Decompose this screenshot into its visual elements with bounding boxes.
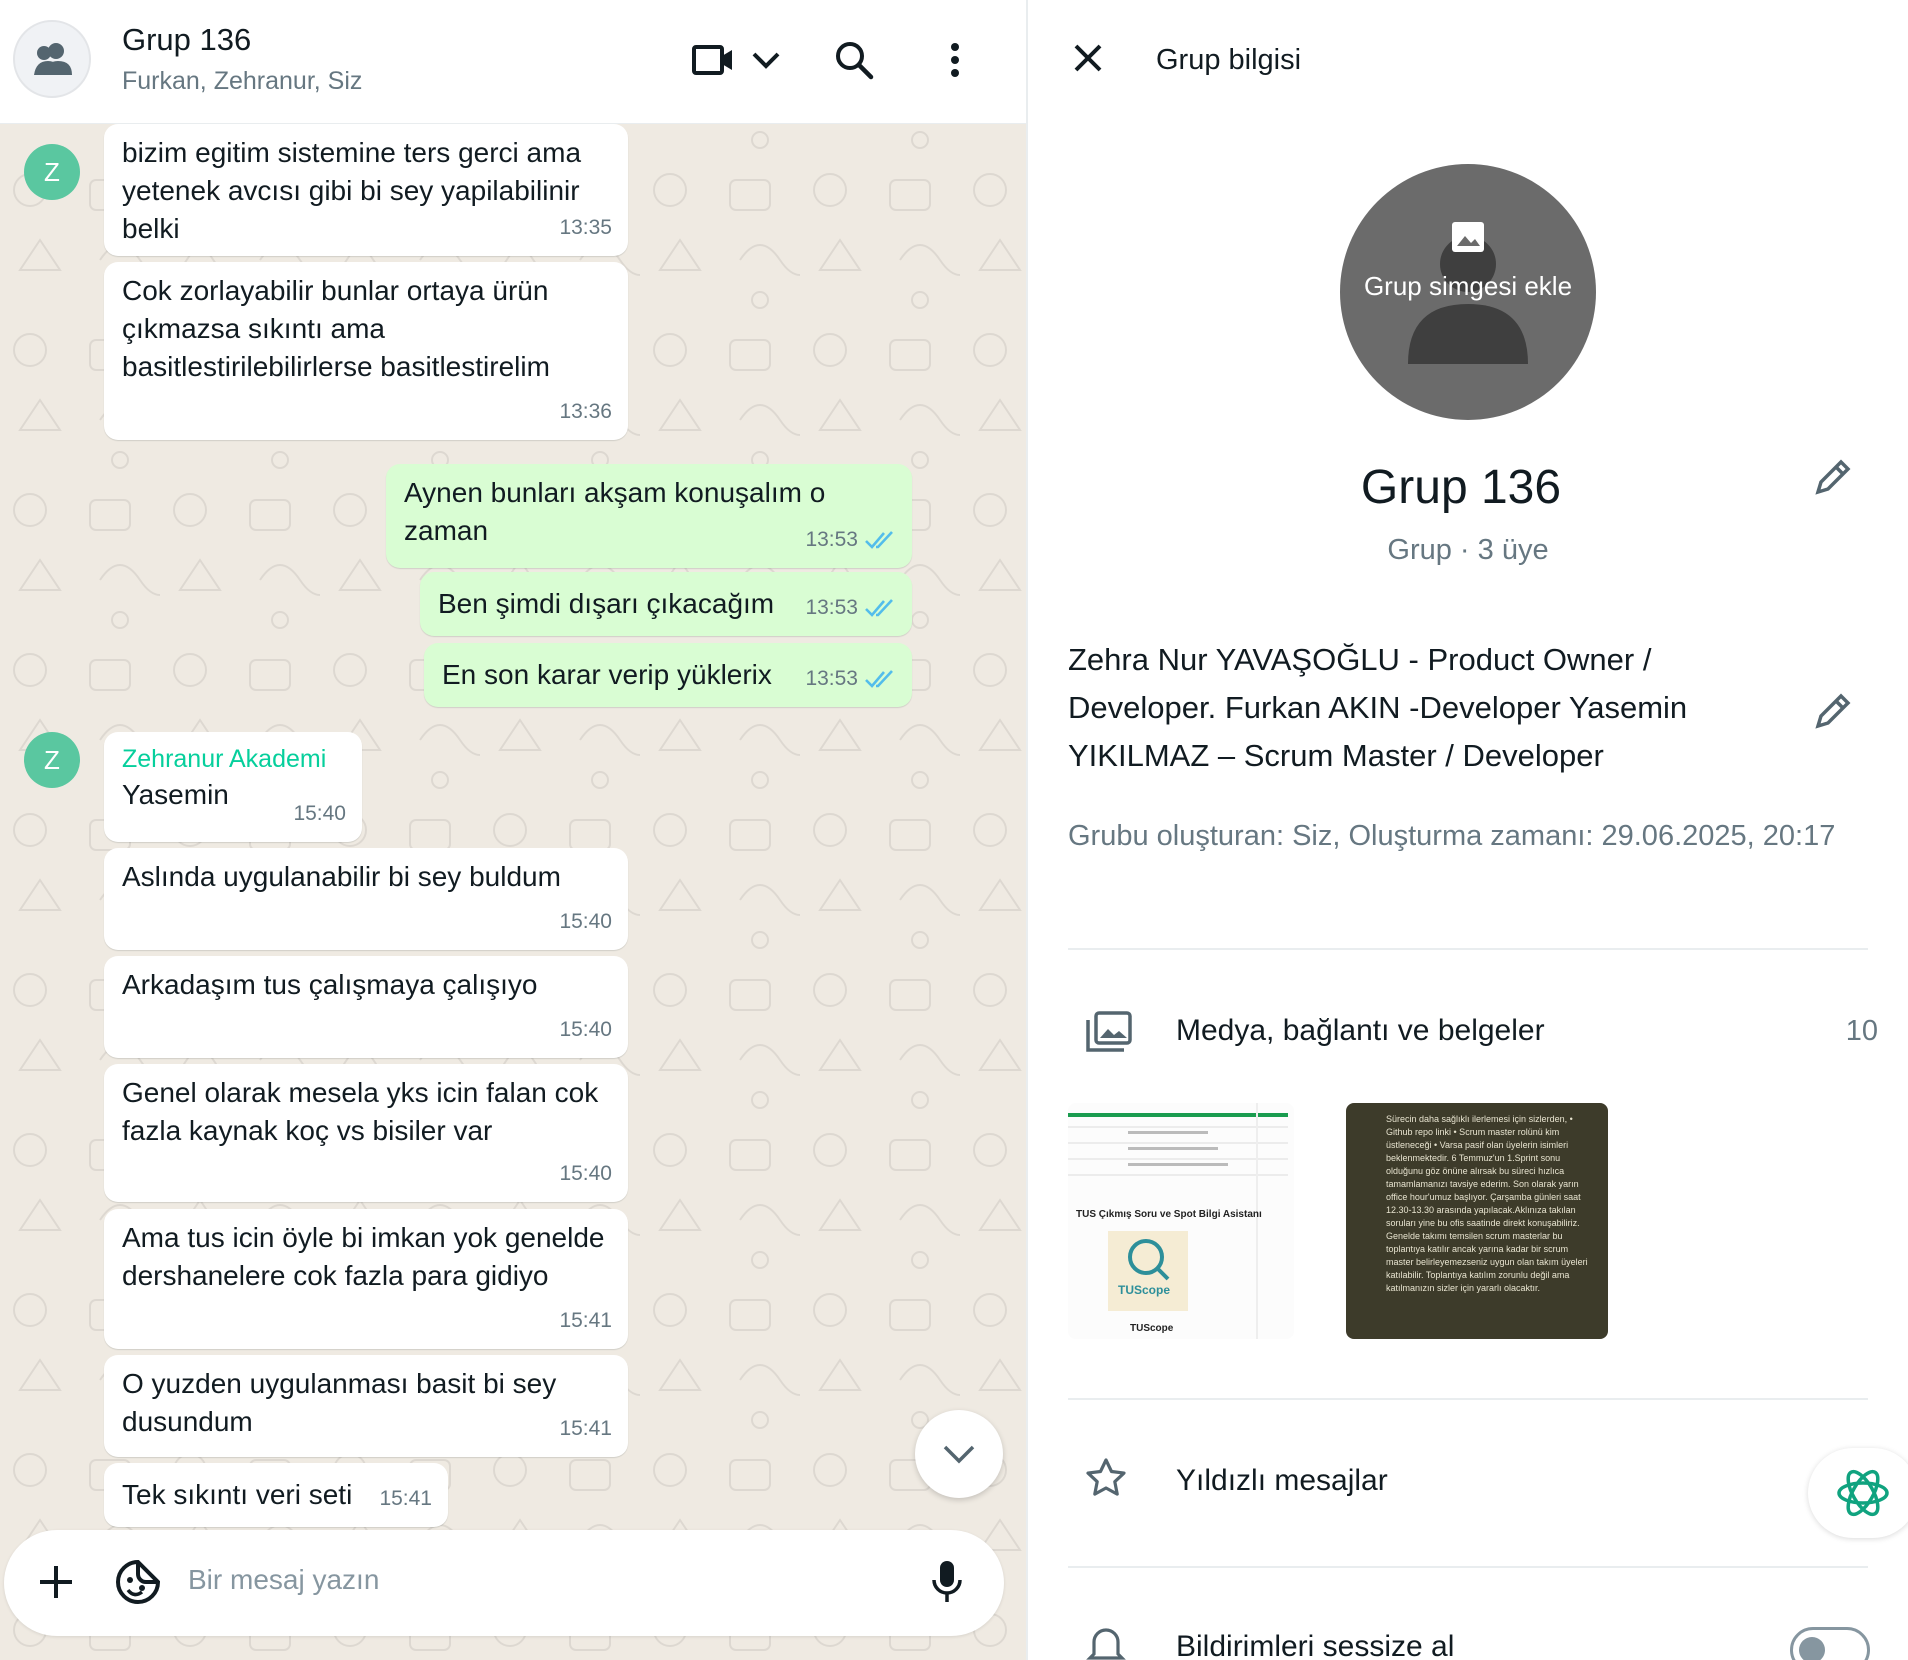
message-time: 13:35 [559, 216, 612, 239]
video-call-button[interactable] [688, 40, 784, 80]
message-time: 13:36 [559, 400, 612, 423]
group-member-count: Grup · 3 üye [1387, 534, 1549, 566]
screenshot-preview [1068, 1103, 1294, 1339]
group-description: Zehra Nur YAVAŞOĞLU - Product Owner / De… [1068, 642, 1688, 773]
group-name: Grup 136 [1360, 461, 1562, 514]
message-bubble[interactable]: Aslında uygulanabilir bi sey buldum 15:4… [104, 848, 628, 950]
toggle-knob [1799, 1637, 1825, 1660]
message-composer: Bir mesaj yazın [4, 1530, 1004, 1636]
message-time: 15:41 [559, 1309, 612, 1332]
info-title: Grup bilgisi [1156, 44, 1302, 76]
group-avatar-small[interactable] [13, 20, 91, 98]
message-meta: 13:53 [805, 660, 896, 698]
group-avatar-large[interactable]: Grup simgesi ekle [1340, 164, 1596, 420]
message-bubble[interactable]: Arkadaşım tus çalışmaya çalışıyo 15:40 [104, 956, 628, 1058]
message-text: Genel olarak mesela yks icin falan cok f… [122, 1077, 599, 1146]
message-meta: 13:53 [805, 521, 896, 559]
media-count: 10 [1845, 1015, 1878, 1047]
chevron-down-icon [943, 1445, 975, 1464]
sticker-icon [116, 1559, 161, 1604]
voice-message-button[interactable] [929, 1558, 965, 1611]
message-bubble[interactable]: Genel olarak mesela yks icin falan cok f… [104, 1064, 628, 1202]
edit-name-button[interactable] [1810, 456, 1854, 505]
menu-button[interactable] [940, 40, 970, 80]
double-check-icon [865, 599, 893, 617]
message-text: Ama tus icin öyle bi imkan yok genelde d… [122, 1222, 605, 1291]
message-time: 13:53 [805, 667, 858, 690]
search-icon [836, 42, 874, 80]
message-time: 15:40 [559, 1018, 612, 1041]
thumbnail-caption: TUS Çıkmış Soru ve Spot Bilgi Asistanı [1076, 1209, 1262, 1220]
ai-assistant-icon [1837, 1469, 1889, 1517]
message-text: Arkadaşım tus çalışmaya çalışıyo [122, 969, 538, 1000]
divider [1068, 1398, 1868, 1400]
attach-button[interactable] [34, 1560, 78, 1609]
starred-label: Yıldızlı mesajlar [1176, 1464, 1388, 1497]
divider [1068, 1566, 1868, 1568]
add-group-icon-label: Grup simgesi ekle [1363, 271, 1573, 301]
message-bubble[interactable]: Tek sıkıntı veri seti 15:41 [104, 1463, 448, 1527]
media-thumbnail[interactable]: Sürecin daha sağlıklı ilerlemesi için si… [1346, 1103, 1608, 1339]
thumbnail-text: Sürecin daha sağlıklı ilerlemesi için si… [1386, 1114, 1588, 1293]
gallery-icon [1086, 1011, 1132, 1052]
search-button[interactable] [832, 38, 876, 82]
message-text: bizim egitim sistemine ters gerci ama ye… [122, 137, 582, 244]
group-info-pane: Grup bilgisi Grup simgesi ekle Grup 136 … [1028, 0, 1908, 1660]
mute-label: Bildirimleri sessize al [1176, 1630, 1455, 1660]
message-bubble[interactable]: Ama tus icin öyle bi imkan yok genelde d… [104, 1209, 628, 1349]
message-time: 13:53 [805, 528, 858, 551]
chevron-down-icon [752, 52, 780, 69]
chat-title[interactable]: Grup 136 [122, 22, 251, 58]
message-time: 15:40 [559, 910, 612, 933]
bell-icon [1086, 1628, 1126, 1660]
message-time: 13:53 [805, 596, 858, 619]
message-input[interactable]: Bir mesaj yazın [188, 1564, 379, 1596]
message-bubble-outgoing[interactable]: Ben şimdi dışarı çıkacağım 13:53 [420, 572, 912, 636]
message-bubble-outgoing[interactable]: Aynen bunları akşam konuşalım o zaman 13… [386, 464, 912, 568]
sender-avatar[interactable]: Z [24, 732, 80, 788]
add-photo-icon [1452, 222, 1484, 252]
group-icon [34, 43, 72, 75]
message-bubble-outgoing[interactable]: En son karar verip yüklerix 13:53 [424, 643, 912, 707]
double-check-icon [865, 531, 893, 549]
message-text: Cok zorlayabilir bunlar ortaya ürün çıkm… [122, 275, 550, 382]
pencil-icon [1815, 459, 1851, 495]
media-label: Medya, bağlantı ve belgeler [1176, 1014, 1545, 1047]
divider [1068, 948, 1868, 950]
mute-toggle[interactable] [1790, 1627, 1870, 1660]
message-time: 15:40 [559, 1162, 612, 1185]
scroll-to-bottom-button[interactable] [915, 1410, 1003, 1498]
ai-assistant-button[interactable] [1808, 1448, 1908, 1538]
message-bubble[interactable]: bizim egitim sistemine ters gerci ama ye… [104, 124, 628, 256]
message-time: 15:40 [293, 802, 346, 825]
group-created-info: Grubu oluşturan: Siz, Oluşturma zamanı: … [1068, 820, 1836, 852]
thumbnail-logo-text: TUScope [1118, 1283, 1171, 1297]
edit-description-button[interactable] [1810, 690, 1854, 739]
message-text: O yuzden uygulanması basit bi sey dusund… [122, 1368, 557, 1437]
media-thumbnail[interactable]: TUS Çıkmış Soru ve Spot Bilgi Asistanı T… [1068, 1103, 1294, 1339]
close-icon [1074, 44, 1102, 72]
close-info-button[interactable] [1068, 38, 1108, 83]
video-camera-icon [692, 45, 732, 75]
thumbnail-footer: TUScope [1130, 1323, 1174, 1334]
message-bubble[interactable]: Zehranur Akademi Yasemin 15:40 [104, 732, 362, 842]
star-icon [1086, 1458, 1126, 1496]
pencil-icon [1815, 693, 1851, 729]
message-time: 15:41 [379, 1487, 432, 1510]
sender-name[interactable]: Zehranur Akademi [122, 742, 344, 776]
double-check-icon [865, 670, 893, 688]
microphone-icon [932, 1561, 962, 1602]
chat-pane: Grup 136 Furkan, Zehranur, Siz Z bizim e… [0, 0, 1026, 1660]
sender-avatar[interactable]: Z [24, 144, 80, 200]
message-bubble[interactable]: Cok zorlayabilir bunlar ortaya ürün çıkm… [104, 262, 628, 440]
message-bubble[interactable]: O yuzden uygulanması basit bi sey dusund… [104, 1355, 628, 1457]
chat-members[interactable]: Furkan, Zehranur, Siz [122, 67, 362, 96]
message-meta: 13:53 [805, 589, 896, 627]
more-vertical-icon [951, 43, 959, 77]
message-time: 15:41 [559, 1417, 612, 1440]
plus-icon [40, 1566, 72, 1598]
message-text: Aslında uygulanabilir bi sey buldum [122, 861, 561, 892]
chat-header: Grup 136 Furkan, Zehranur, Siz [0, 0, 1026, 124]
emoji-sticker-button[interactable] [114, 1558, 162, 1611]
